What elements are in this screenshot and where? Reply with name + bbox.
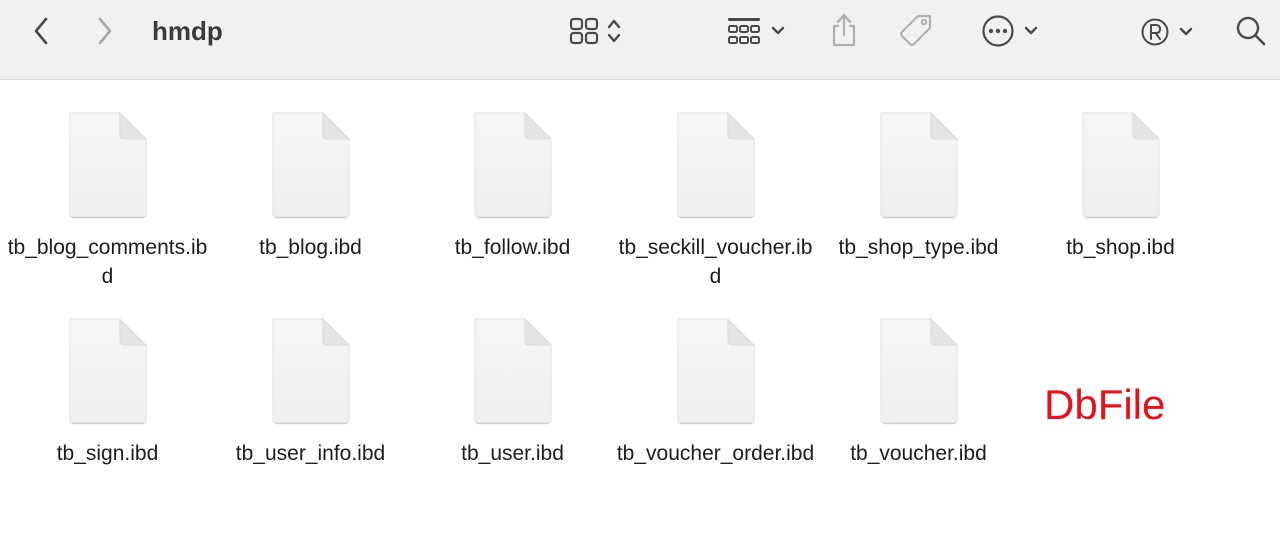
file-name: tb_seckill_voucher.ibd xyxy=(618,236,813,288)
extension-button[interactable] xyxy=(1134,14,1200,50)
chevron-right-icon xyxy=(98,17,112,45)
file-item[interactable]: tb_shop.ibd xyxy=(1019,109,1222,262)
file-item[interactable]: tb_blog_comments.ibd xyxy=(6,109,209,291)
dbfile-annotation: DbFile xyxy=(1044,381,1166,428)
file-item[interactable]: tb_user.ibd xyxy=(411,315,614,468)
chevron-up-down-icon xyxy=(607,19,621,43)
chevron-down-icon xyxy=(771,26,785,35)
forward-button[interactable] xyxy=(90,14,120,48)
back-button[interactable] xyxy=(26,14,56,48)
file-name: tb_shop_type.ibd xyxy=(838,236,999,259)
file-item[interactable]: tb_sign.ibd xyxy=(6,315,209,468)
chevron-down-icon xyxy=(1179,27,1193,36)
file-name: tb_voucher_order.ibd xyxy=(616,442,815,465)
more-actions-button[interactable] xyxy=(974,12,1046,50)
file-name: tb_user.ibd xyxy=(461,442,564,465)
search-button[interactable] xyxy=(1232,12,1270,50)
file-item[interactable]: tb_seckill_voucher.ibd xyxy=(614,109,817,291)
view-mode-button[interactable] xyxy=(560,13,630,49)
file-name: tb_sign.ibd xyxy=(56,442,159,465)
search-icon xyxy=(1236,16,1266,46)
icon-grid-view-icon xyxy=(569,17,599,45)
registered-icon xyxy=(1141,18,1169,46)
document-icon xyxy=(272,317,350,425)
document-icon xyxy=(474,317,552,425)
more-actions-icon xyxy=(982,15,1014,47)
tag-icon xyxy=(899,14,932,47)
chevron-down-icon xyxy=(1024,26,1038,35)
file-name: tb_blog.ibd xyxy=(259,236,362,259)
file-item[interactable]: tb_user_info.ibd xyxy=(209,315,412,468)
document-icon xyxy=(677,317,755,425)
group-by-icon xyxy=(728,18,760,44)
document-icon xyxy=(677,111,755,219)
file-item[interactable]: tb_voucher_order.ibd xyxy=(614,315,817,468)
document-icon xyxy=(272,111,350,219)
file-name: tb_user_info.ibd xyxy=(235,442,386,465)
document-icon xyxy=(69,111,147,219)
document-icon xyxy=(880,111,958,219)
file-item[interactable]: tb_blog.ibd xyxy=(209,109,412,262)
document-icon xyxy=(1082,111,1160,219)
file-name: tb_voucher.ibd xyxy=(850,442,987,465)
share-icon xyxy=(832,13,856,47)
group-by-button[interactable] xyxy=(720,13,792,49)
document-icon xyxy=(69,317,147,425)
window-title: hmdp xyxy=(152,16,223,46)
document-icon xyxy=(474,111,552,219)
document-icon xyxy=(880,317,958,425)
share-button[interactable] xyxy=(826,10,862,50)
file-item[interactable]: tb_follow.ibd xyxy=(411,109,614,262)
tag-button[interactable] xyxy=(896,12,936,50)
file-name: tb_follow.ibd xyxy=(454,236,571,259)
file-name: tb_shop.ibd xyxy=(1066,236,1175,259)
file-grid: tb_blog_comments.ibd tb_blog.ibd tb_follow… xyxy=(0,81,1280,554)
chevron-left-icon xyxy=(34,17,48,45)
finder-toolbar: hmdp xyxy=(0,0,1280,80)
file-item[interactable]: tb_shop_type.ibd xyxy=(817,109,1020,262)
file-item[interactable]: tb_voucher.ibd xyxy=(817,315,1020,468)
file-name: tb_blog_comments.ibd xyxy=(7,236,208,288)
